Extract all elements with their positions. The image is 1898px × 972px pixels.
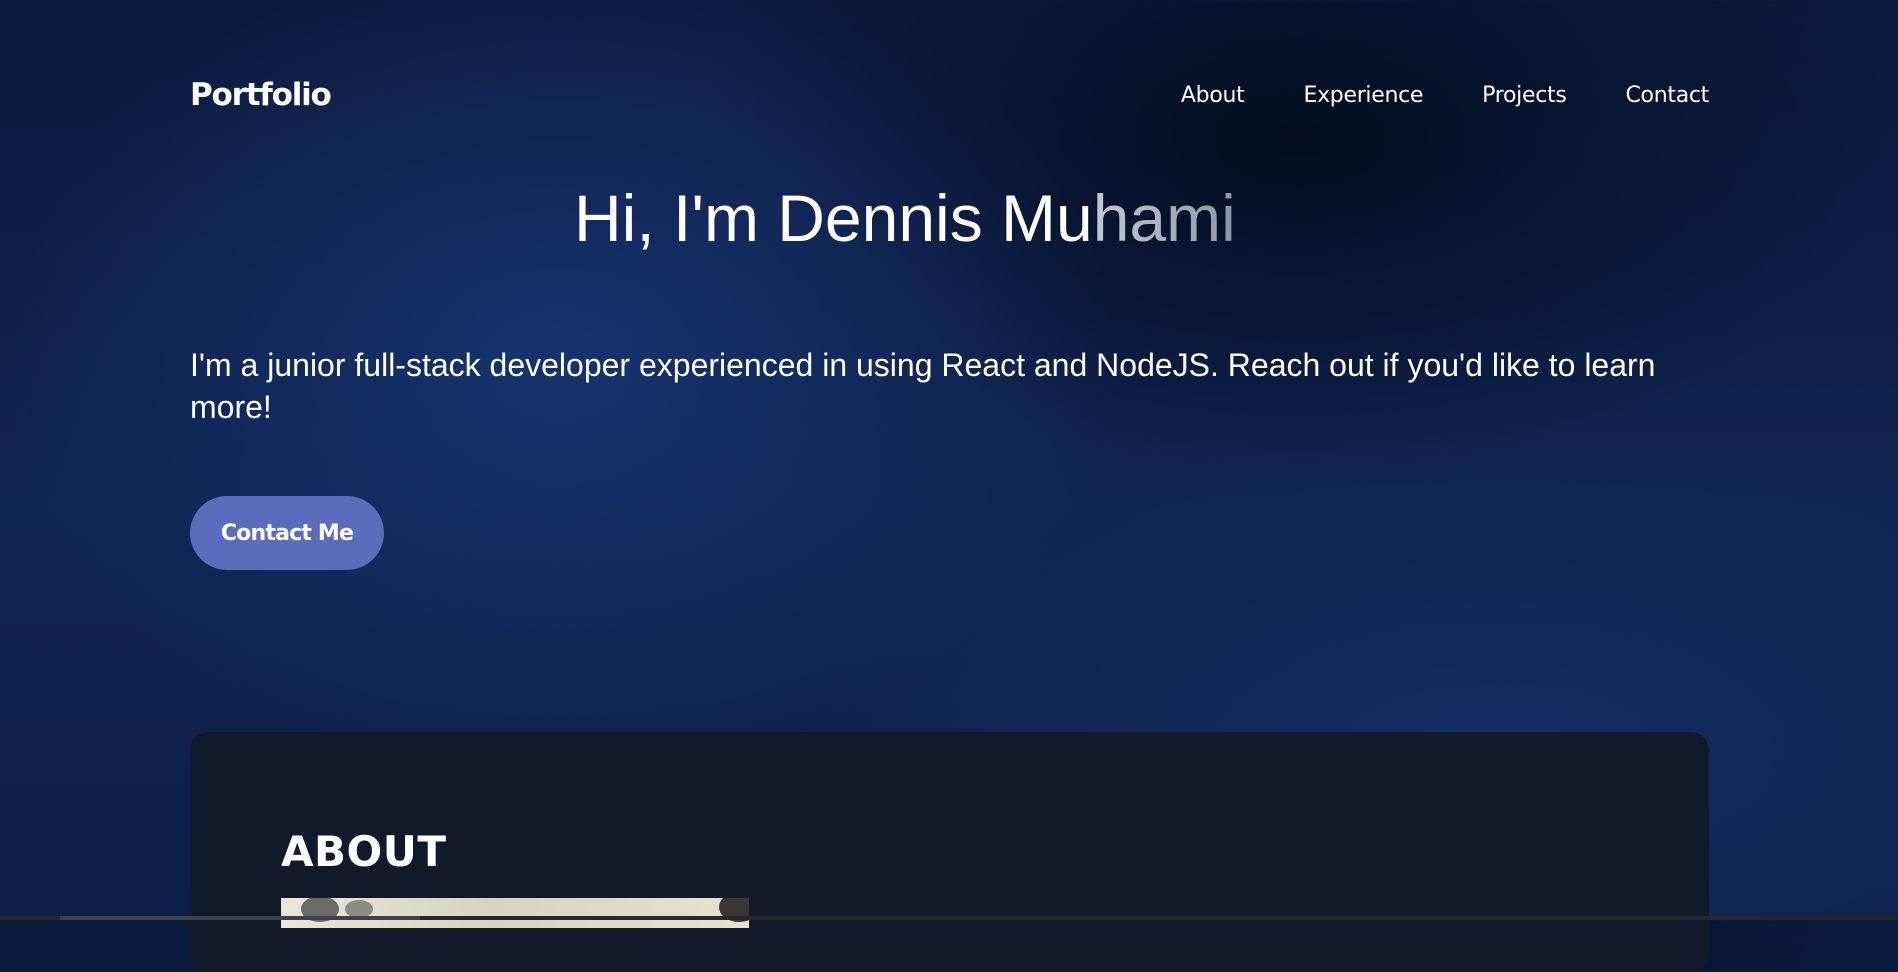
about-heading: ABOUT: [281, 827, 447, 876]
hero-description: I'm a junior full-stack developer experi…: [190, 347, 1656, 425]
hero-title-fading: hami: [1092, 181, 1236, 255]
nav-links: About Experience Projects Contact: [1181, 83, 1709, 108]
contact-me-button[interactable]: Contact Me: [190, 496, 384, 570]
hero-title-typed: Hi, I'm Dennis Mu: [574, 181, 1093, 255]
nav-link-experience[interactable]: Experience: [1303, 83, 1423, 108]
nav-link-about[interactable]: About: [1181, 83, 1245, 108]
nav-link-projects[interactable]: Projects: [1482, 83, 1567, 108]
about-photo: [281, 898, 749, 928]
logo[interactable]: Portfolio: [190, 77, 332, 113]
navbar: Portfolio About Experience Projects Cont…: [190, 70, 1709, 120]
about-section: ABOUT: [190, 732, 1709, 972]
taskbar-segment: [60, 916, 420, 920]
nav-link-contact[interactable]: Contact: [1626, 83, 1710, 108]
hero-title: Hi, I'm Dennis Muhami: [574, 178, 1236, 258]
